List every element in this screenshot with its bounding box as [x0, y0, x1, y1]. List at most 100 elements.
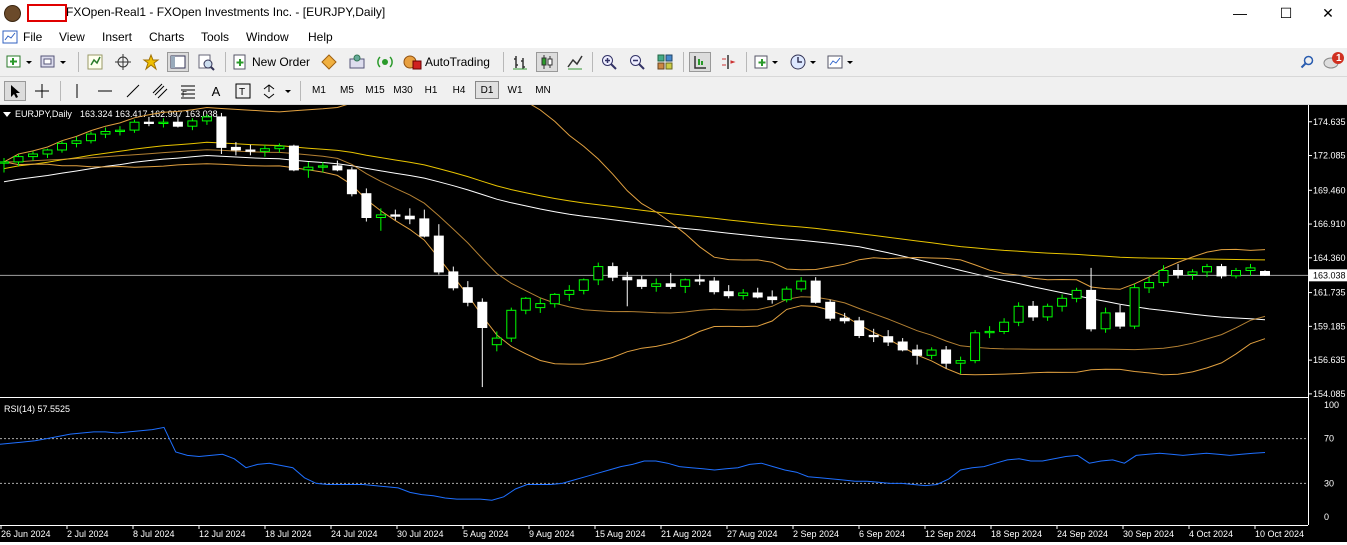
cursor-tool-button[interactable] [4, 81, 26, 101]
time-tick-label: 10 Oct 2024 [1255, 529, 1304, 539]
trendline-button[interactable] [122, 81, 144, 101]
time-tick-label: 27 Aug 2024 [727, 529, 778, 539]
tile-windows-button[interactable] [654, 52, 676, 72]
line-chart-button[interactable] [564, 52, 586, 72]
candlestick-button[interactable] [536, 52, 558, 72]
timeframe-m15[interactable]: M15 [363, 81, 387, 99]
candle-body [158, 121, 169, 125]
rsi-tick-label: 0 [1324, 512, 1329, 522]
new-chart-button[interactable] [4, 52, 36, 72]
horizontal-line-button[interactable] [94, 81, 116, 101]
navigator-star-icon [142, 53, 160, 71]
market-button[interactable] [374, 52, 396, 72]
candle-body [1042, 305, 1053, 318]
candle-body [593, 266, 604, 281]
timeframe-h4[interactable]: H4 [447, 81, 471, 99]
candles-layer [0, 112, 1270, 388]
price-tick-label: 159.185 [1313, 321, 1346, 331]
candle-body [187, 120, 198, 127]
bar-chart-button[interactable] [509, 52, 531, 72]
autotrading-button[interactable]: AutoTrading [402, 52, 496, 72]
navigator-button[interactable] [140, 52, 162, 72]
alerts-button[interactable]: 1 [1323, 52, 1345, 72]
maximize-button[interactable]: ☐ [1263, 0, 1309, 26]
new-order-label: New Order [252, 55, 311, 69]
band-upper-line [3, 85, 1266, 290]
arrows-button[interactable] [260, 81, 294, 101]
timeframe-m1[interactable]: M1 [307, 81, 331, 99]
crosshair-tool-button[interactable] [31, 81, 53, 101]
timeframe-mn[interactable]: MN [531, 81, 555, 99]
candle-body [1028, 305, 1039, 318]
menu-help[interactable]: Help [308, 30, 333, 44]
search-button[interactable] [1297, 52, 1317, 72]
timeframe-m30[interactable]: M30 [391, 81, 415, 99]
templates-icon [827, 55, 853, 69]
candle-body [1231, 270, 1241, 277]
menu-file[interactable]: File [23, 30, 42, 44]
horizontal-line-icon [98, 90, 112, 92]
candle-body [912, 349, 923, 356]
candle-body [57, 142, 67, 151]
candle-body [941, 349, 952, 364]
close-button[interactable]: ✕ [1305, 0, 1347, 26]
timeframe-h1[interactable]: H1 [419, 81, 443, 99]
candle-body [520, 297, 531, 311]
vertical-line-icon [76, 84, 78, 98]
periods-button[interactable] [788, 52, 820, 72]
metaeditor-button[interactable] [318, 52, 340, 72]
chart-canvas[interactable]: EURJPY,Daily 163.324 163.417 162.997 163… [0, 85, 1347, 542]
candle-body [230, 146, 241, 151]
chart-window-icon [2, 30, 18, 44]
time-tick-label: 5 Aug 2024 [463, 529, 509, 539]
timeframe-w1[interactable]: W1 [503, 81, 527, 99]
candle-body [1187, 271, 1198, 275]
menu-tools[interactable]: Tools [201, 30, 229, 44]
candle-body [665, 283, 676, 287]
menu-window[interactable]: Window [246, 30, 289, 44]
time-tick-label: 15 Aug 2024 [595, 529, 646, 539]
auto-scroll-button[interactable] [689, 52, 711, 72]
timeframe-m5[interactable]: M5 [335, 81, 359, 99]
minimize-button[interactable]: — [1217, 0, 1263, 26]
candle-body [419, 218, 430, 237]
candle-body [216, 116, 227, 148]
terminal-button[interactable] [167, 52, 189, 72]
chart-window[interactable]: EURJPY,Daily 163.324 163.417 162.997 163… [0, 85, 1347, 542]
menu-view[interactable]: View [59, 30, 85, 44]
candle-body [1144, 282, 1155, 289]
time-tick-label: 2 Sep 2024 [793, 529, 839, 539]
fibonacci-button[interactable]: F [177, 81, 199, 101]
vertical-line-button[interactable] [66, 81, 88, 101]
zoom-out-button[interactable] [626, 52, 648, 72]
new-order-button[interactable]: New Order [231, 52, 315, 72]
menu-insert[interactable]: Insert [102, 30, 132, 44]
data-window-button[interactable] [112, 52, 134, 72]
chart-dropdown-icon[interactable] [3, 112, 11, 117]
time-tick-label: 6 Sep 2024 [859, 529, 905, 539]
candle-body [71, 140, 82, 144]
candle-body [825, 301, 836, 319]
equidistant-channel-button[interactable] [149, 81, 171, 101]
candle-body [506, 309, 517, 339]
indicators-button[interactable] [752, 52, 784, 72]
candle-body [738, 292, 749, 297]
signals-button[interactable] [346, 52, 368, 72]
templates-button[interactable] [825, 52, 857, 72]
text-tool-button[interactable]: A [205, 81, 227, 101]
time-tick-label: 8 Jul 2024 [133, 529, 175, 539]
price-tick-label: 163.038 [1313, 270, 1346, 280]
timeframe-d1[interactable]: D1 [475, 81, 499, 99]
candle-body [390, 214, 401, 217]
alert-count-badge: 1 [1336, 53, 1342, 64]
chart-shift-button[interactable] [717, 52, 739, 72]
zoom-in-button[interactable] [598, 52, 620, 72]
candle-body [491, 337, 502, 346]
menu-charts[interactable]: Charts [149, 30, 184, 44]
profiles-button[interactable] [38, 52, 70, 72]
strategy-tester-button[interactable] [195, 52, 217, 72]
profiles-icon [40, 55, 66, 68]
market-watch-button[interactable] [84, 52, 106, 72]
text-label-button[interactable]: T [232, 81, 254, 101]
price-tick-label: 174.635 [1313, 117, 1346, 127]
